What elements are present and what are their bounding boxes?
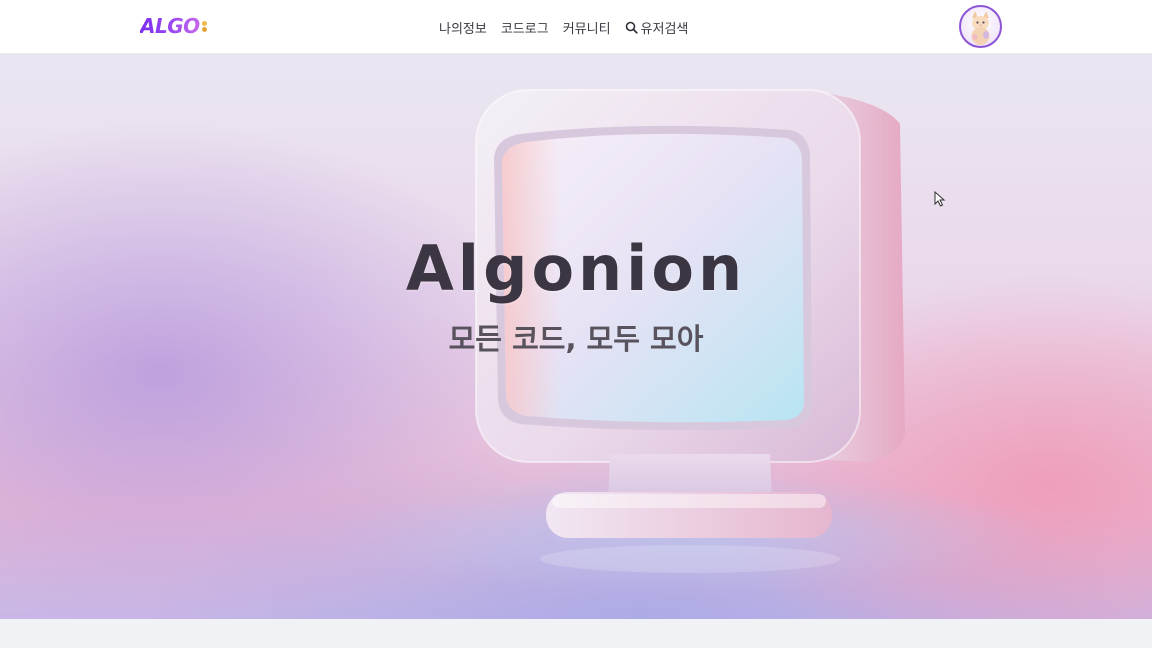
hero-subtitle: 모든 코드, 모두 모아: [448, 322, 704, 356]
cat-avatar-icon: [971, 11, 990, 45]
nav-item-label: 커뮤니티: [562, 21, 611, 37]
nav-item-label: 나의정보: [439, 21, 487, 37]
nav-item-community[interactable]: 커뮤니티: [563, 18, 611, 37]
nav-item-label: 유저검색: [640, 21, 689, 37]
nav-item-my-info[interactable]: 나의정보: [439, 18, 487, 37]
nav-item-user-search[interactable]: 유저검색: [625, 18, 689, 37]
hero-title: Algonion: [405, 232, 747, 305]
logo-text: ALGO: [140, 14, 200, 38]
search-icon: [625, 21, 638, 34]
nav-item-codelog[interactable]: 코드로그: [501, 18, 549, 37]
brand-logo[interactable]: ALGO: [140, 13, 208, 39]
logo-dots-icon: [201, 19, 208, 33]
nav-item-label: 코드로그: [500, 21, 549, 37]
nav-menu: 나의정보 코드로그 커뮤니티 유저검색: [439, 0, 688, 54]
page-footer-strip: [0, 619, 1152, 648]
top-navbar: ALGO 나의정보 코드로그 커뮤니티 유저검색: [0, 0, 1152, 54]
user-avatar[interactable]: [959, 5, 1002, 48]
mouse-cursor-icon: [934, 191, 946, 207]
hero-banner: Algonion 모든 코드, 모두 모아: [0, 54, 1152, 619]
